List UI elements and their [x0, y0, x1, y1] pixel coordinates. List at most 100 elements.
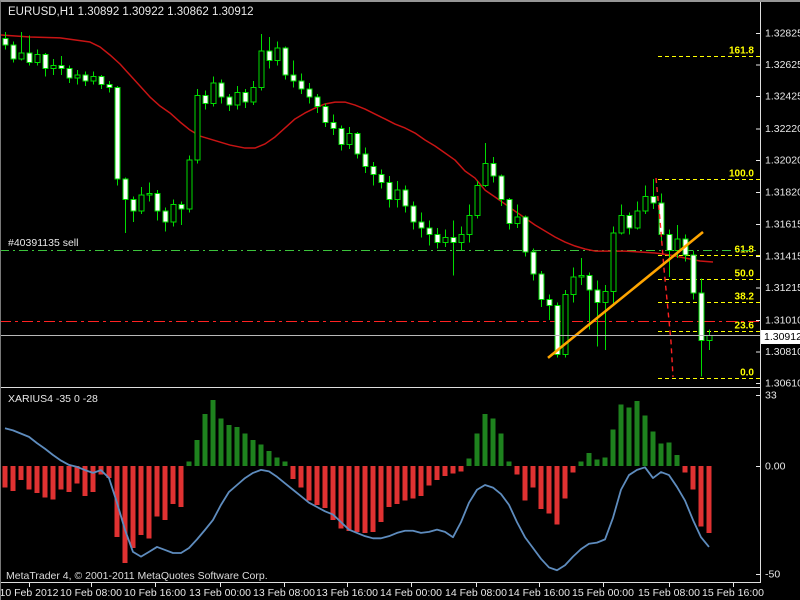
- price-tick-label: 1.32020: [765, 155, 800, 167]
- candle: [298, 80, 305, 90]
- histogram-bar: [410, 466, 416, 499]
- fibonacci-retracement[interactable]: 161.8100.061.850.038.223.60.0: [658, 46, 760, 379]
- candle: [634, 210, 641, 229]
- histogram-bar: [202, 414, 208, 466]
- candle: [362, 153, 369, 168]
- mt4-chart-window: 161.8 100.0 61.8 50.0 38.2 23.6 0.0 1.32825 1.32…: [0, 0, 800, 600]
- price-tick-label: 1.32220: [765, 123, 800, 135]
- candle: [170, 203, 177, 223]
- candle: [418, 221, 425, 229]
- candle: [202, 94, 209, 104]
- time-axis[interactable]: 10 Feb 2012 10 Feb 08:00 10 Feb 16:00 13 Fe…: [0, 583, 764, 599]
- candle: [90, 75, 97, 82]
- candle: [490, 162, 497, 177]
- chart-title: EURUSD,H1 1.30892 1.30922 1.30862 1.3091…: [8, 6, 254, 18]
- candle: [506, 199, 513, 224]
- candle: [322, 106, 329, 123]
- candles-layer: [2, 32, 713, 377]
- histogram-bar: [386, 466, 392, 508]
- candle: [58, 64, 65, 70]
- histogram-bar: [482, 414, 488, 466]
- histogram-bar: [698, 466, 704, 527]
- candle: [482, 162, 489, 187]
- time-tick-label: 15 Feb 16:00: [702, 587, 764, 599]
- candle: [226, 96, 233, 106]
- candle: [162, 210, 169, 223]
- candle: [50, 64, 57, 70]
- histogram-bar: [122, 466, 128, 564]
- time-tick-label: 10 Feb 16:00: [124, 587, 186, 599]
- histogram-bar: [234, 427, 240, 466]
- candle: [10, 44, 17, 60]
- candle: [618, 215, 625, 234]
- price-tick-label: 1.32625: [765, 59, 800, 71]
- histogram-bar: [530, 466, 536, 488]
- histogram-bar: [362, 466, 368, 533]
- chart-canvas[interactable]: 161.8100.061.850.038.223.60.0 1.32825 1.32…: [0, 0, 800, 600]
- price-tick-label: 1.32825: [765, 28, 800, 40]
- trade-order-label[interactable]: #40391135 sell: [8, 237, 78, 249]
- histogram-bar: [474, 433, 480, 466]
- candle: [602, 290, 609, 303]
- histogram-bar: [10, 466, 16, 491]
- histogram-bar: [242, 433, 248, 466]
- copyright-label: MetaTrader 4, © 2001-2011 MetaQuotes Sof…: [6, 570, 268, 582]
- candle: [370, 166, 377, 175]
- candle: [674, 238, 681, 251]
- candle: [34, 53, 41, 63]
- histogram-bar: [330, 466, 336, 520]
- histogram-bar: [298, 466, 304, 488]
- histogram-bar: [130, 466, 136, 549]
- histogram-bar: [490, 418, 496, 466]
- histogram-bar: [514, 466, 520, 475]
- candle: [586, 275, 593, 291]
- candle: [434, 233, 441, 243]
- time-tick-label: 14 Feb 16:00: [508, 587, 570, 599]
- histogram-bar: [226, 424, 232, 466]
- candle: [690, 254, 697, 294]
- histogram-bar: [570, 466, 576, 473]
- candle: [346, 132, 353, 145]
- histogram-bar: [682, 466, 688, 473]
- candle: [642, 196, 649, 212]
- histogram-bar: [610, 429, 616, 466]
- indicator-name-label: XARIUS4 -35 0 -28: [8, 393, 98, 405]
- histogram-bar: [538, 466, 544, 510]
- histogram-bar: [314, 466, 320, 505]
- histogram-bar: [418, 466, 424, 497]
- candle: [314, 96, 321, 107]
- candle: [522, 216, 529, 253]
- candle: [154, 192, 161, 212]
- time-tick-label: 13 Feb 00:00: [189, 587, 251, 599]
- histogram-bar: [522, 466, 528, 501]
- candle: [442, 237, 449, 243]
- histogram-bar: [690, 466, 696, 490]
- time-tick-label: 15 Feb 08:00: [638, 587, 700, 599]
- time-tick-label: 10 Feb 2012: [0, 587, 59, 599]
- candle: [266, 50, 273, 62]
- candle: [114, 87, 121, 180]
- candle: [426, 227, 433, 235]
- histogram-bar: [26, 466, 32, 490]
- candle: [242, 91, 249, 103]
- candle: [474, 185, 481, 217]
- candle: [458, 233, 465, 243]
- candle: [274, 47, 281, 62]
- time-tick-label: 13 Feb 08:00: [253, 587, 315, 599]
- candle: [146, 192, 153, 196]
- histogram-bar: [338, 466, 344, 529]
- candle: [570, 276, 577, 296]
- candle: [138, 194, 145, 212]
- histogram-bar: [42, 466, 48, 498]
- candle: [410, 205, 417, 223]
- fib-label: 50.0: [735, 269, 755, 280]
- histogram-bar: [170, 466, 176, 504]
- time-tick-label: 10 Feb 08:00: [60, 587, 122, 599]
- fib-label: 100.0: [729, 169, 754, 180]
- histogram-bar: [178, 466, 184, 508]
- indicator-tick-label: -50: [765, 568, 780, 580]
- histogram-bar: [434, 466, 440, 481]
- indicator-tick-label: 33: [765, 389, 777, 401]
- candle: [354, 132, 361, 155]
- candle: [290, 74, 297, 82]
